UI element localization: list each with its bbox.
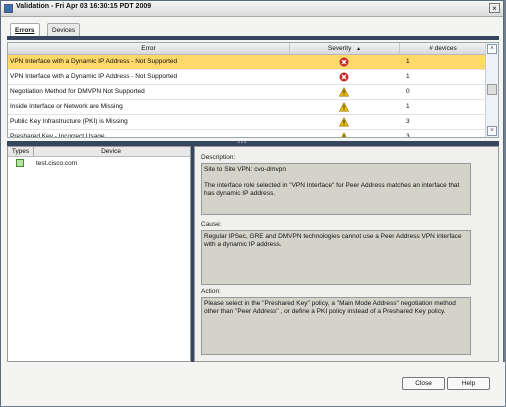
- description-text: Site to Site VPN: cvo-dmvpn The interfac…: [201, 163, 471, 215]
- description-label: Description:: [201, 154, 236, 161]
- tab-devices[interactable]: Devices: [47, 23, 81, 37]
- table-row[interactable]: VPN Interface with a Dynamic IP Address …: [8, 55, 487, 70]
- error-cell: VPN Interface with a Dynamic IP Address …: [10, 58, 178, 65]
- table-row[interactable]: Preshared Key - Incorrect Usage 3: [8, 130, 487, 138]
- severity-cell: [290, 115, 400, 129]
- error-cell: Preshared Key - Incorrect Usage: [10, 133, 105, 138]
- error-cell: Negotiation Method for DMVPN Not Support…: [10, 88, 145, 95]
- warning-icon: [339, 102, 349, 112]
- scroll-up-button[interactable]: ˄: [487, 44, 497, 54]
- error-cell: VPN Interface with a Dynamic IP Address …: [10, 73, 178, 80]
- scroll-down-button[interactable]: ˅: [487, 126, 497, 136]
- column-devices[interactable]: # devices: [400, 43, 487, 54]
- table-row[interactable]: Inside Interface or Network are Missing …: [8, 100, 487, 115]
- errors-table: Error Severity ▲ # devices VPN Interface…: [7, 42, 499, 138]
- devices-cell: 0: [406, 88, 410, 95]
- table-row[interactable]: Public Key Infrastructure (PKI) is Missi…: [8, 115, 487, 130]
- errors-table-body: VPN Interface with a Dynamic IP Address …: [8, 55, 487, 138]
- devices-cell: 1: [406, 103, 410, 110]
- warning-icon: [339, 117, 349, 127]
- error-icon: [339, 72, 349, 82]
- devices-cell: 3: [406, 133, 410, 138]
- table-row[interactable]: VPN Interface with a Dynamic IP Address …: [8, 70, 487, 85]
- router-icon: [16, 159, 24, 167]
- error-cell: Inside Interface or Network are Missing: [10, 103, 123, 110]
- errors-table-header: Error Severity ▲ # devices: [8, 43, 487, 55]
- affected-devices-pane: Types Device test.cisco.com: [7, 146, 191, 362]
- column-types[interactable]: Types: [8, 147, 34, 156]
- severity-cell: [290, 70, 400, 84]
- details-pane: Description: Site to Site VPN: cvo-dmvpn…: [194, 146, 499, 362]
- severity-cell: [290, 130, 400, 137]
- severity-cell: [290, 100, 400, 114]
- validation-window: Validation - Fri Apr 03 16:30:15 PDT 200…: [0, 0, 505, 406]
- action-label: Action:: [201, 288, 221, 295]
- table-row[interactable]: Negotiation Method for DMVPN Not Support…: [8, 85, 487, 100]
- column-device[interactable]: Device: [33, 147, 189, 156]
- tab-strip-bar: [7, 36, 499, 40]
- window-title: Validation - Fri Apr 03 16:30:15 PDT 200…: [16, 3, 152, 10]
- devices-cell: 1: [406, 73, 410, 80]
- device-name: test.cisco.com: [36, 160, 78, 167]
- help-button[interactable]: Help: [447, 377, 490, 390]
- sort-ascending-icon: ▲: [356, 46, 362, 52]
- splitter-grip-icon: • • •: [238, 140, 247, 146]
- title-bar: Validation - Fri Apr 03 16:30:15 PDT 200…: [1, 1, 503, 17]
- scroll-thumb[interactable]: [487, 84, 497, 95]
- close-button[interactable]: Close: [402, 377, 445, 390]
- column-severity[interactable]: Severity ▲: [290, 43, 400, 54]
- dialog-buttons: Close Help: [1, 362, 505, 406]
- column-severity-label: Severity: [327, 45, 352, 52]
- warning-icon: [339, 87, 349, 97]
- column-error[interactable]: Error: [8, 43, 290, 54]
- device-row[interactable]: test.cisco.com: [8, 157, 190, 170]
- warning-icon: [341, 132, 347, 137]
- error-icon: [339, 57, 349, 67]
- cause-label: Cause:: [201, 221, 222, 228]
- action-text: Please select in the "Preshared Key" pol…: [201, 297, 471, 355]
- severity-cell: [290, 55, 400, 69]
- devices-cell: 1: [406, 58, 410, 65]
- severity-cell: [290, 85, 400, 99]
- app-icon: [4, 4, 13, 13]
- devices-pane-header: Types Device: [8, 147, 190, 157]
- window-close-button[interactable]: ×: [489, 3, 500, 13]
- devices-cell: 3: [406, 118, 410, 125]
- errors-table-scrollbar[interactable]: ˄ ˅: [485, 43, 498, 137]
- error-cell: Public Key Infrastructure (PKI) is Missi…: [10, 118, 128, 125]
- cause-text: Regular IPSec, GRE and DMVPN technologie…: [201, 230, 471, 285]
